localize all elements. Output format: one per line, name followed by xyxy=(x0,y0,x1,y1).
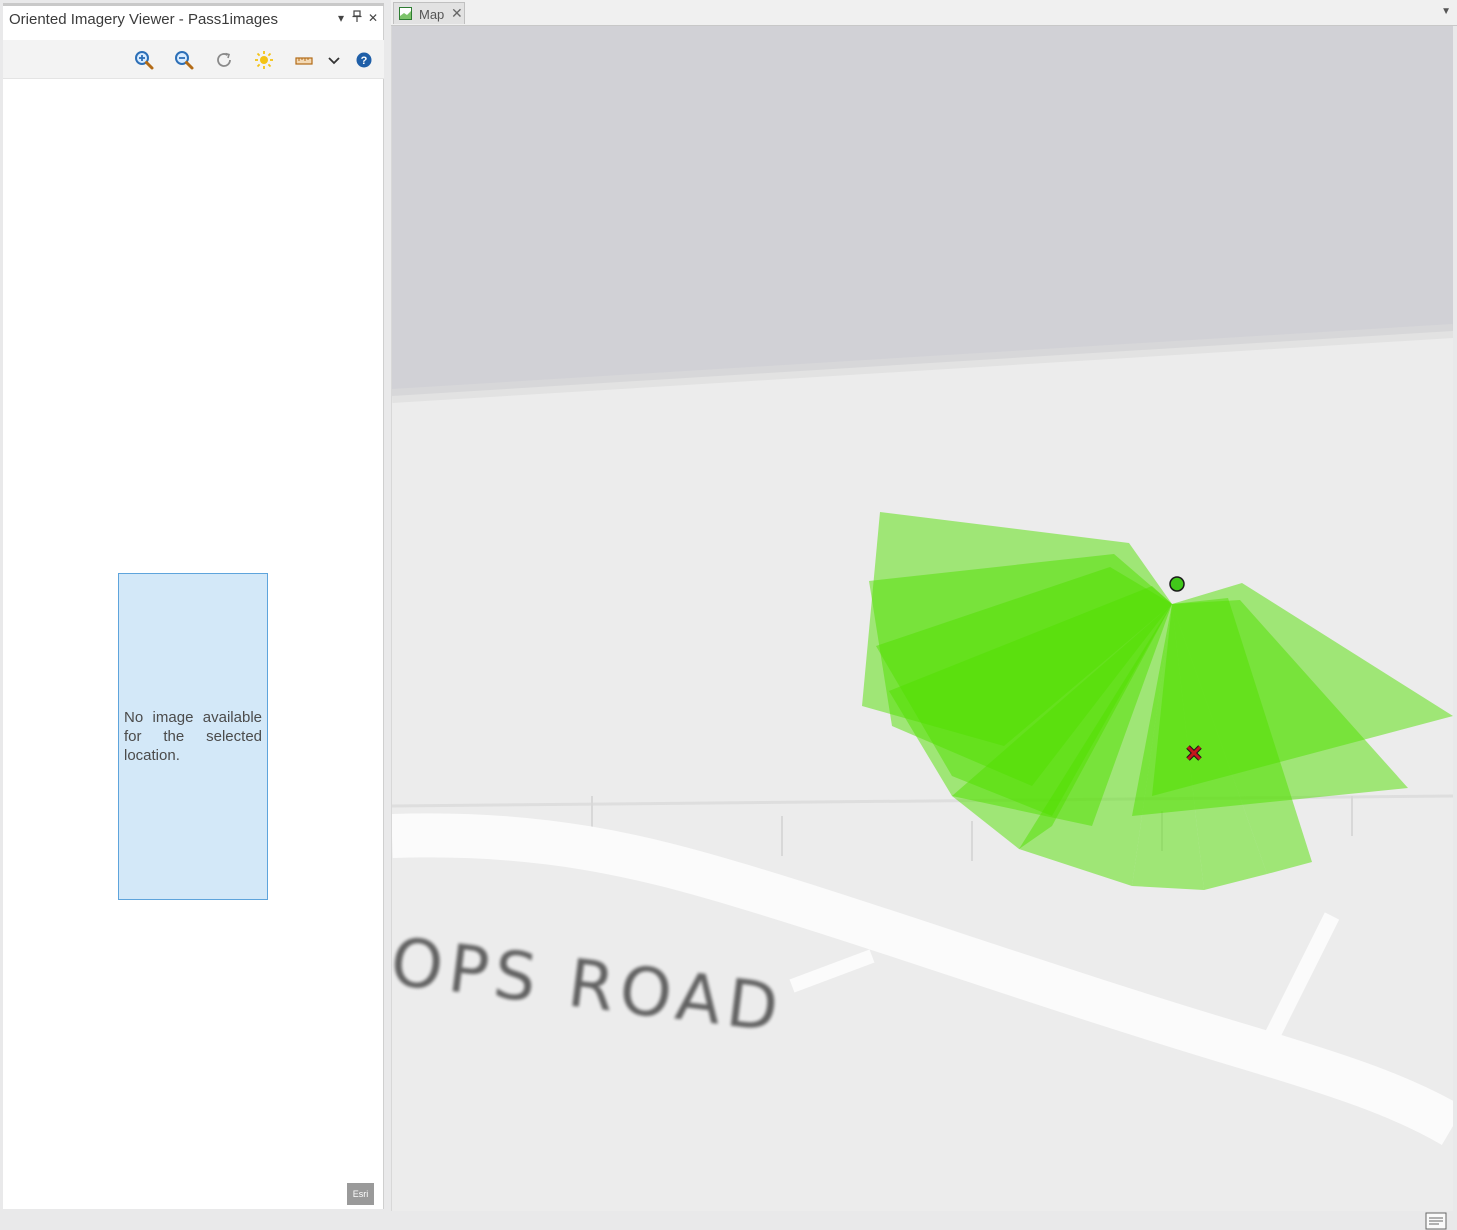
refresh-icon xyxy=(217,52,231,67)
side-road xyxy=(1264,912,1340,1040)
map-icon xyxy=(399,7,412,20)
brightness-button[interactable] xyxy=(253,49,275,71)
close-icon[interactable]: ✕ xyxy=(451,5,463,22)
measure-dropdown-button[interactable] xyxy=(323,49,345,71)
no-image-placeholder: No image available for the selected loca… xyxy=(118,573,268,900)
oriented-imagery-viewer-pane: Oriented Imagery Viewer - Pass1images ▾ … xyxy=(3,3,384,1209)
map-notes-icon[interactable] xyxy=(1425,1212,1447,1230)
help-button[interactable]: ? xyxy=(353,49,375,71)
map-tab-bar: Map ✕ ▼ xyxy=(391,0,1457,26)
map-canvas[interactable]: OPS ROAD xyxy=(387,26,1453,1230)
tab-map[interactable]: Map ✕ xyxy=(393,2,465,24)
pane-top-border xyxy=(3,3,384,6)
chevron-down-icon xyxy=(328,57,340,65)
map-graphics xyxy=(392,26,1453,1146)
esri-attribution: Esri xyxy=(347,1183,374,1205)
camera-location-point xyxy=(1169,576,1185,592)
no-image-message: No image available for the selected loca… xyxy=(124,709,262,764)
sun-icon xyxy=(255,51,273,69)
zoom-in-button[interactable] xyxy=(133,49,155,71)
pin-icon[interactable] xyxy=(350,10,364,26)
ruler-icon xyxy=(295,57,313,65)
pane-title: Oriented Imagery Viewer - Pass1images xyxy=(9,11,279,28)
map-tab-label: Map xyxy=(419,7,445,22)
tab-menu-dropdown-icon[interactable]: ▼ xyxy=(1441,6,1451,17)
zoom-out-icon xyxy=(175,51,194,70)
refresh-button[interactable] xyxy=(213,49,235,71)
zoom-in-icon xyxy=(135,51,154,70)
dropdown-arrow-icon[interactable]: ▾ xyxy=(334,10,348,26)
close-icon[interactable]: ✕ xyxy=(366,10,380,26)
viewer-toolbar: ? xyxy=(3,40,384,79)
svg-text:?: ? xyxy=(361,55,368,67)
image-coverage-footprints xyxy=(862,512,1453,890)
zoom-out-button[interactable] xyxy=(173,49,195,71)
measure-button[interactable] xyxy=(293,49,315,71)
help-icon: ? xyxy=(356,52,372,68)
map-view: Map ✕ ▼ OPS ROAD xyxy=(387,0,1457,1230)
